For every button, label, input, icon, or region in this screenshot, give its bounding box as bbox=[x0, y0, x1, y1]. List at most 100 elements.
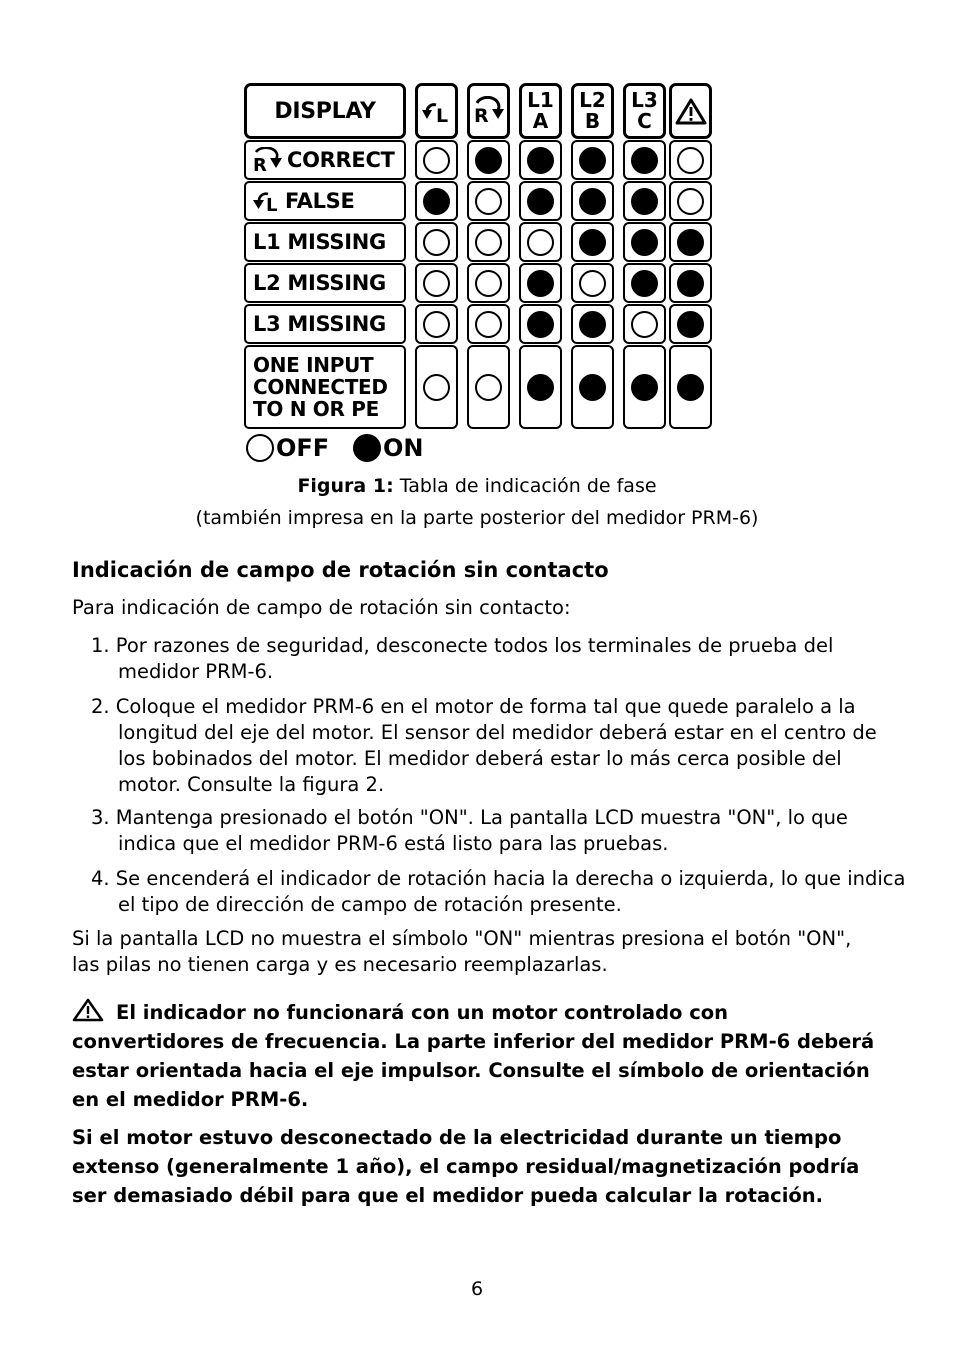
row-label-l3-missing-text: L3 MISSING bbox=[253, 312, 386, 336]
section-intro: Para indicación de campo de rotación sin… bbox=[72, 596, 571, 619]
header-l1: L1 A bbox=[519, 83, 562, 139]
rotate-left-L-icon: L bbox=[421, 103, 448, 126]
off-circle-icon bbox=[475, 228, 502, 256]
indicator-cell-r3-l3 bbox=[623, 222, 666, 262]
row-label-l1-missing-text: L1 MISSING bbox=[253, 230, 386, 254]
rotate-right-R-icon: R bbox=[253, 147, 282, 173]
indicator-cell-r6-left-rotation bbox=[415, 345, 458, 429]
on-circle-icon bbox=[579, 146, 606, 174]
row-label-l1-missing: L1 MISSING bbox=[244, 222, 406, 262]
off-circle-icon bbox=[475, 269, 502, 297]
indicator-cell-r4-warning bbox=[669, 263, 712, 303]
phase-indication-table: DISPLAY L R L1 A L2 B L3 C R CORRECT L F… bbox=[0, 0, 954, 470]
row-label-one-input-line1: ONE INPUT bbox=[253, 353, 374, 377]
header-l2-line1: L2 bbox=[579, 88, 606, 112]
indicator-cell-r2-right-rotation bbox=[467, 181, 510, 221]
indicator-cell-r3-left-rotation bbox=[415, 222, 458, 262]
header-warning bbox=[669, 83, 712, 139]
row-label-false-text: FALSE bbox=[285, 189, 355, 213]
off-circle-icon bbox=[246, 434, 274, 462]
header-l3-line2: C bbox=[637, 109, 652, 133]
warning-note-text: El indicador no funcionará con un motor … bbox=[72, 1001, 875, 1111]
legend-on: ON bbox=[353, 434, 424, 462]
header-l1-line2: A bbox=[532, 109, 549, 133]
indicator-cell-r6-l3 bbox=[623, 345, 666, 429]
indicator-cell-r3-warning bbox=[669, 222, 712, 262]
on-circle-icon bbox=[527, 187, 554, 215]
on-circle-icon bbox=[677, 373, 704, 401]
section-heading: Indicación de campo de rotación sin cont… bbox=[72, 558, 609, 582]
on-circle-icon bbox=[527, 310, 554, 338]
warning-note: El indicador no funcionará con un motor … bbox=[72, 998, 882, 1114]
indicator-cell-r5-right-rotation bbox=[467, 304, 510, 344]
display-header-label: DISPLAY bbox=[274, 98, 376, 124]
indicator-cell-r1-l3 bbox=[623, 140, 666, 180]
indicator-cell-r6-right-rotation bbox=[467, 345, 510, 429]
off-circle-icon bbox=[475, 187, 502, 215]
off-circle-icon bbox=[527, 228, 554, 256]
on-circle-icon bbox=[677, 228, 704, 256]
on-circle-icon bbox=[579, 373, 606, 401]
off-circle-icon bbox=[423, 269, 450, 297]
on-circle-icon bbox=[527, 269, 554, 297]
step-1: 1. Por razones de seguridad, desconecte … bbox=[91, 634, 834, 683]
indicator-cell-r1-l1 bbox=[519, 140, 562, 180]
figure-caption-title: Tabla de indicación de fase bbox=[393, 475, 657, 497]
header-l2: L2 B bbox=[571, 83, 614, 139]
indicator-cell-r2-l3 bbox=[623, 181, 666, 221]
off-circle-icon bbox=[631, 310, 658, 338]
on-circle-icon bbox=[527, 373, 554, 401]
off-circle-icon bbox=[579, 269, 606, 297]
indicator-cell-r2-l2 bbox=[571, 181, 614, 221]
indicator-cell-r1-right-rotation bbox=[467, 140, 510, 180]
svg-text:L: L bbox=[266, 195, 277, 214]
row-label-correct: R CORRECT bbox=[244, 140, 406, 180]
header-L-text: L bbox=[436, 105, 448, 126]
off-circle-icon bbox=[423, 146, 450, 174]
step-4: 4. Se encenderá el indicador de rotación… bbox=[91, 867, 906, 916]
indicator-cell-r3-l2 bbox=[571, 222, 614, 262]
row-label-l2-missing: L2 MISSING bbox=[244, 263, 406, 303]
header-rotate-right: R bbox=[467, 83, 510, 139]
on-circle-icon bbox=[631, 373, 658, 401]
indicator-cell-r6-warning bbox=[669, 345, 712, 429]
row-label-l2-missing-text: L2 MISSING bbox=[253, 271, 386, 295]
residual-note: Si el motor estuvo desconectado de la el… bbox=[72, 1126, 860, 1207]
legend-on-label: ON bbox=[383, 434, 424, 462]
indicator-cell-r2-warning bbox=[669, 181, 712, 221]
off-circle-icon bbox=[475, 373, 502, 401]
indicator-cell-r5-warning bbox=[669, 304, 712, 344]
indicator-cell-r3-right-rotation bbox=[467, 222, 510, 262]
indicator-cell-r4-right-rotation bbox=[467, 263, 510, 303]
indicator-cell-r1-left-rotation bbox=[415, 140, 458, 180]
row-label-one-input: ONE INPUT CONNECTED TO N OR PE bbox=[244, 345, 406, 429]
figure-caption-subtitle: (también impresa en la parte posterior d… bbox=[195, 507, 759, 529]
on-circle-icon bbox=[423, 187, 450, 215]
indicator-cell-r6-l1 bbox=[519, 345, 562, 429]
page-number: 6 bbox=[470, 1278, 484, 1300]
off-circle-icon bbox=[677, 146, 704, 174]
on-circle-icon bbox=[677, 269, 704, 297]
step-2: 2. Coloque el medidor PRM-6 en el motor … bbox=[91, 695, 877, 796]
indicator-cell-r5-l2 bbox=[571, 304, 614, 344]
off-circle-icon bbox=[423, 310, 450, 338]
legend-off-label: OFF bbox=[276, 434, 330, 462]
indicator-cell-r2-left-rotation bbox=[415, 181, 458, 221]
on-circle-icon bbox=[631, 228, 658, 256]
indicator-cell-r4-l2 bbox=[571, 263, 614, 303]
indicator-cell-r5-l1 bbox=[519, 304, 562, 344]
indicator-cell-r6-l2 bbox=[571, 345, 614, 429]
off-circle-icon bbox=[423, 228, 450, 256]
battery-note: Si la pantalla LCD no muestra el símbolo… bbox=[72, 927, 852, 976]
off-circle-icon bbox=[423, 373, 450, 401]
legend-off: OFF bbox=[246, 434, 329, 462]
row-label-l3-missing: L3 MISSING bbox=[244, 304, 406, 344]
row-label-one-input-line3: TO N OR PE bbox=[253, 397, 379, 421]
row-label-correct-text: CORRECT bbox=[287, 148, 395, 172]
figure-caption-label: Figura 1: bbox=[297, 475, 394, 497]
step-3: 3. Mantenga presionado el botón "ON". La… bbox=[91, 806, 848, 855]
indicator-cell-r3-l1 bbox=[519, 222, 562, 262]
figure-caption: Figura 1: Tabla de indicación de fase bbox=[0, 475, 954, 497]
on-circle-icon bbox=[579, 228, 606, 256]
off-circle-icon bbox=[475, 310, 502, 338]
